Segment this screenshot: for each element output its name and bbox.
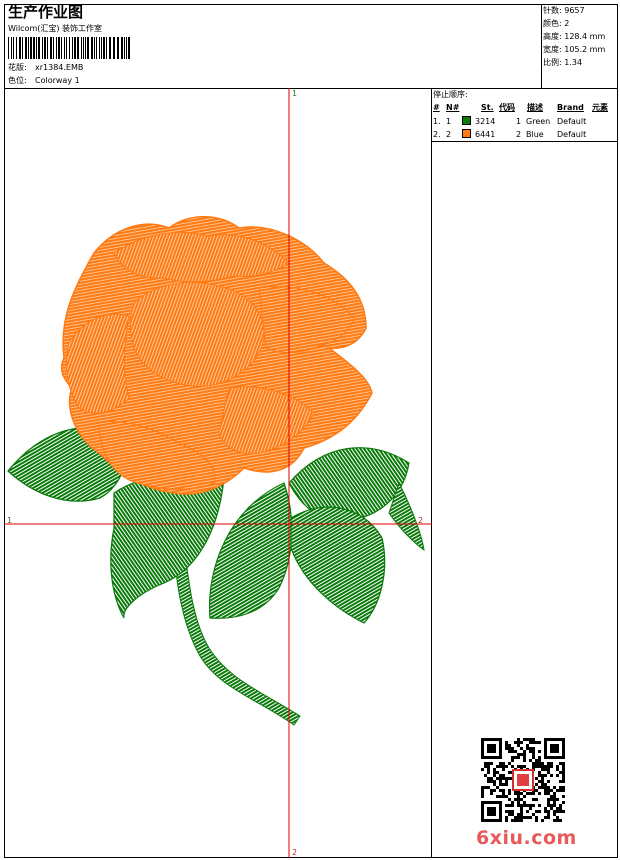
axis-marker-bottom: 2 (292, 848, 298, 857)
design-scale: 比例: 1.34 (543, 58, 583, 67)
row-brand: Default (557, 117, 587, 126)
row-stitches: 6441 (475, 130, 496, 139)
row-code: 2 (516, 130, 522, 139)
design-width: 宽度: 105.2 mm (543, 45, 606, 54)
leaf-center (208, 482, 293, 619)
colorway-label: 色位: (8, 76, 27, 85)
row-description: Blue (526, 130, 544, 139)
col-header-stitches: St. (481, 103, 494, 112)
company-name: Wilcom(汇宝) 装饰工作室 (8, 24, 103, 33)
colorway-value: Colorway 1 (35, 76, 80, 85)
row-stitches: 3214 (475, 117, 496, 126)
color-swatch (462, 129, 471, 138)
stitch-count: 针数: 9657 (543, 6, 585, 15)
col-header-description: 描述 (527, 103, 543, 112)
stop-sequence-title: 停止顺序: (433, 90, 468, 99)
leaf-lower-left (110, 472, 225, 619)
row-needle: 2 (446, 130, 452, 139)
barcode-icon (8, 37, 130, 59)
design-filename: xr1384.EMB (35, 63, 84, 72)
qr-code-icon (481, 738, 565, 822)
design-label: 花版: (8, 63, 27, 72)
col-header-index: # (433, 103, 440, 112)
embroidery-design (4, 88, 432, 858)
col-header-code: 代码 (499, 103, 515, 112)
col-header-needle: N# (446, 103, 460, 112)
color-count: 颜色: 2 (543, 19, 570, 28)
stop-sequence-divider (431, 141, 618, 142)
color-swatch (462, 116, 471, 125)
row-needle: 1 (446, 117, 452, 126)
axis-marker-top: 1 (292, 89, 298, 98)
axis-marker-right: 2 (418, 516, 424, 525)
watermark-text: 6xiu.com (476, 827, 577, 849)
row-code: 1 (516, 117, 522, 126)
row-description: Green (526, 117, 551, 126)
row-index: 2. (433, 130, 441, 139)
row-brand: Default (557, 130, 587, 139)
design-height: 高度: 128.4 mm (543, 32, 606, 41)
col-header-element: 元素 (592, 103, 608, 112)
col-header-brand: Brand (557, 103, 584, 112)
page-title: 生产作业图 (8, 3, 84, 21)
row-index: 1. (433, 117, 441, 126)
axis-marker-left: 1 (7, 516, 13, 525)
